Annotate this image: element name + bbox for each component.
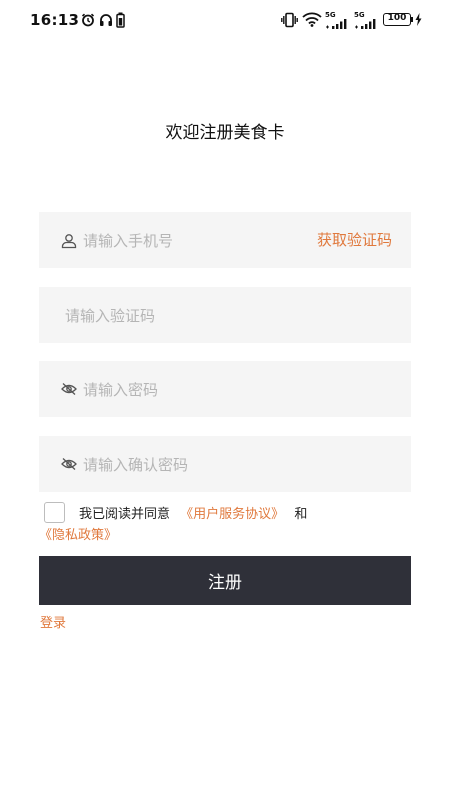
charging-icon: [415, 13, 422, 26]
user-icon: [61, 234, 77, 249]
status-bar: 16:13 5G 5G 100: [0, 0, 450, 40]
get-code-button[interactable]: 获取验证码: [317, 229, 392, 250]
battery-icon: 100: [383, 13, 411, 26]
password-field[interactable]: 请输入密码: [39, 361, 411, 417]
confirm-password-input-placeholder: 请输入确认密码: [83, 456, 189, 474]
signal-2-label: 5G: [354, 11, 365, 19]
headphones-icon: [100, 14, 112, 26]
code-field[interactable]: 请输入验证码: [39, 287, 411, 343]
user-agreement-link[interactable]: 《用户服务协议》: [180, 507, 284, 522]
eye-off-icon[interactable]: [61, 382, 77, 396]
agreement-conjunction: 和: [294, 507, 308, 522]
phone-field[interactable]: 请输入手机号 获取验证码: [39, 212, 411, 268]
battery-tip: [411, 17, 413, 22]
battery-small-icon: [116, 12, 125, 28]
wifi-icon: [302, 12, 322, 27]
eye-off-icon[interactable]: [61, 457, 77, 471]
code-input-placeholder: 请输入验证码: [65, 307, 156, 325]
password-input-placeholder: 请输入密码: [83, 381, 159, 399]
agreement-checkbox[interactable]: [44, 502, 65, 523]
privacy-policy-link[interactable]: 《隐私政策》: [39, 528, 117, 543]
battery-level: 100: [387, 13, 407, 23]
signal-1-label: 5G: [325, 11, 336, 19]
status-time: 16:13: [30, 11, 80, 29]
agreement-prefix: 我已阅读并同意: [79, 507, 171, 522]
signal-2-icon: [355, 19, 376, 29]
alarm-icon: [81, 13, 95, 27]
register-screen: 16:13 5G 5G 100 欢迎注册美食卡 请输入手机号 获取验证码 请输入…: [0, 0, 450, 800]
signal-1-icon: [326, 19, 347, 29]
login-link[interactable]: 登录: [40, 612, 66, 631]
page-title: 欢迎注册美食卡: [165, 123, 285, 143]
confirm-password-field[interactable]: 请输入确认密码: [39, 436, 411, 492]
agreement-line-2: 《隐私政策》: [39, 524, 117, 543]
agreement-line-1: 我已阅读并同意 《用户服务协议》 和: [79, 503, 307, 522]
phone-input-placeholder: 请输入手机号: [83, 232, 174, 250]
vibrate-icon: [281, 12, 298, 28]
register-button[interactable]: 注册: [39, 556, 411, 605]
